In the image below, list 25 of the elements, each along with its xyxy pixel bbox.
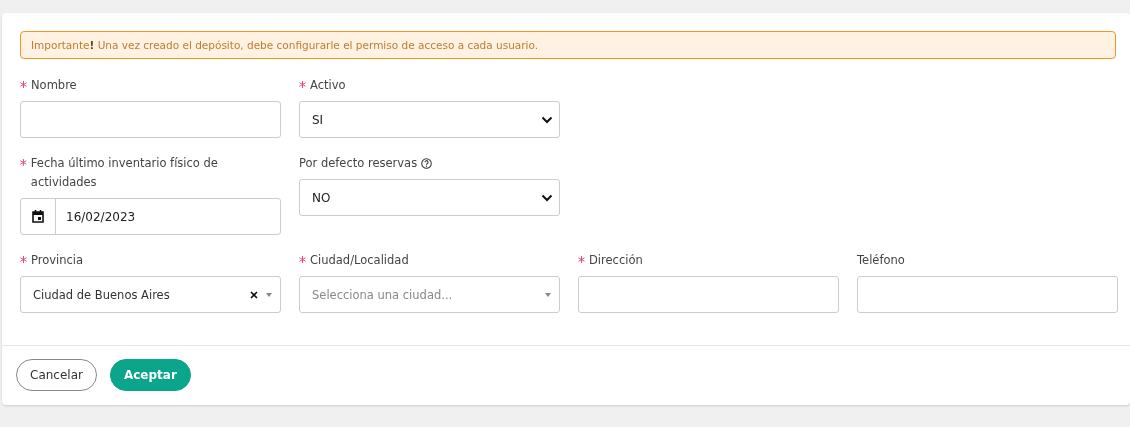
select-field[interactable]: SI <box>299 101 560 138</box>
field-label: Ciudad/Localidad <box>310 252 409 269</box>
field-label: Fecha último inventario físico de actividades <box>30 155 219 191</box>
calendar-icon <box>32 210 44 223</box>
combo-field[interactable]: Ciudad de Buenos Aires <box>20 276 281 313</box>
select-field[interactable]: NO <box>299 179 560 216</box>
field-label: Activo <box>310 77 346 94</box>
caret-icon <box>266 292 272 297</box>
field-label: Por defecto reservas <box>299 155 418 172</box>
field-label: Teléfono <box>857 252 905 269</box>
chevron-down-icon <box>541 193 553 202</box>
field-label: Dirección <box>589 252 643 269</box>
help-icon[interactable] <box>421 158 433 169</box>
text-field[interactable] <box>578 276 839 313</box>
text-field[interactable] <box>20 101 281 138</box>
text-field[interactable] <box>857 276 1118 313</box>
caret-icon <box>545 292 551 297</box>
combo-field[interactable]: Selecciona una ciudad... <box>299 276 560 313</box>
date-field[interactable]: 16/02/2023 <box>20 198 281 235</box>
chevron-down-icon <box>541 115 553 124</box>
warning-alert: Importante! Una vez creado el depósito, debe configurarle el permiso de acceso a cada usuario. <box>20 31 1116 59</box>
cancel-button[interactable]: Cancelar <box>16 359 97 391</box>
field-label: Provincia <box>31 252 84 269</box>
clear-icon[interactable] <box>250 290 258 299</box>
field-label: Nombre <box>31 77 77 94</box>
